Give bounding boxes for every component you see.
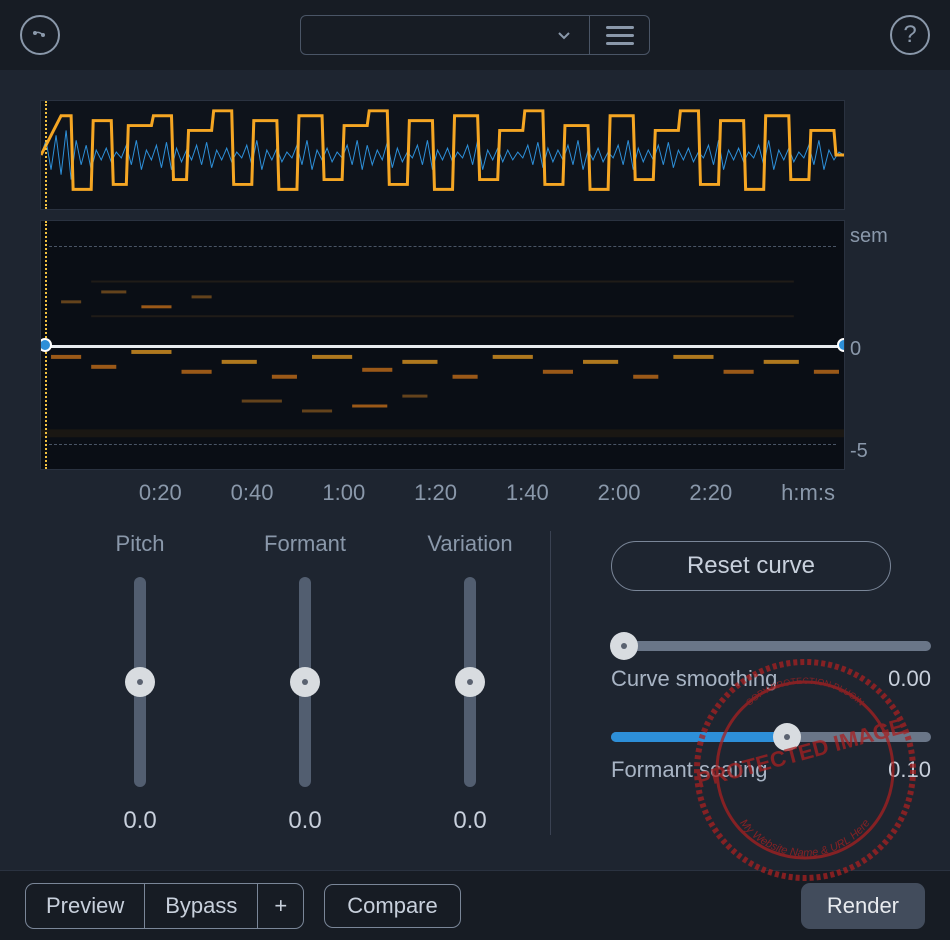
waveform-overview[interactable] [40,100,845,210]
preview-group: Preview Bypass + [25,883,304,929]
hamburger-line [606,34,634,37]
time-tick: 1:20 [414,480,457,506]
pitch-slider: Pitch 0.0 [90,531,190,835]
curve-handle-right[interactable] [837,338,845,352]
chevron-down-icon [554,25,574,45]
graph-area: sem 0 -5 0:20 0:40 1:00 1:20 1:40 2:00 2… [40,100,845,506]
variation-slider-thumb[interactable] [455,667,485,697]
curve-smoothing-label: Curve smoothing [611,666,777,692]
grid-line [49,444,836,445]
pitch-slider-thumb[interactable] [125,667,155,697]
variation-value: 0.0 [453,807,486,835]
y-axis-labels: sem 0 -5 [850,100,910,506]
compare-button[interactable]: Compare [324,884,460,928]
hamburger-line [606,26,634,29]
time-tick: 0:40 [231,480,274,506]
add-button[interactable]: + [258,884,303,928]
formant-scaling-value: 0.10 [888,757,931,783]
time-tick: 2:00 [598,480,641,506]
variation-slider-track[interactable] [464,577,476,787]
time-tick: 0:20 [139,480,182,506]
time-tick: 1:00 [322,480,365,506]
preset-dropdown[interactable] [300,15,590,55]
pitch-value: 0.0 [123,807,156,835]
curve-smoothing-slider[interactable] [611,641,931,651]
header-center [60,15,890,55]
help-glyph: ? [903,21,916,49]
main-area: sem 0 -5 0:20 0:40 1:00 1:20 1:40 2:00 2… [0,70,950,835]
slider-fill [611,732,787,742]
pitch-slider-track[interactable] [134,577,146,787]
controls-row: Pitch 0.0 Formant 0.0 Variation 0.0 [40,531,910,835]
reset-curve-button[interactable]: Reset curve [611,541,891,591]
time-tick: 1:40 [506,480,549,506]
formant-value: 0.0 [288,807,321,835]
curve-smoothing-value: 0.00 [888,666,931,692]
bottom-bar: Preview Bypass + Compare Render [0,870,950,940]
curve-smoothing-block: Curve smoothing 0.00 [611,641,931,692]
grid-line [49,246,836,247]
formant-scaling-slider[interactable] [611,732,931,742]
app-logo-icon[interactable] [20,15,60,55]
formant-slider-track[interactable] [299,577,311,787]
menu-button[interactable] [590,15,650,55]
pitch-editor[interactable] [40,220,845,470]
right-controls: Reset curve Curve smoothing 0.00 Formant [551,531,931,835]
pitch-label: Pitch [116,531,165,557]
y-unit-label: sem [850,225,888,248]
vertical-sliders-group: Pitch 0.0 Formant 0.0 Variation 0.0 [40,531,551,835]
pitch-curve-line[interactable] [41,345,844,348]
y-low-label: -5 [850,440,868,463]
render-button[interactable]: Render [801,883,925,929]
hamburger-line [606,42,634,45]
playhead-marker[interactable] [45,101,47,209]
formant-scaling-block: Formant scaling 0.10 [611,732,931,783]
help-button[interactable]: ? [890,15,930,55]
speech-bubble-icon [28,23,52,47]
time-unit: h:m:s [781,480,835,506]
formant-scaling-label: Formant scaling [611,757,768,783]
y-zero-label: 0 [850,338,861,361]
time-axis: 0:20 0:40 1:00 1:20 1:40 2:00 2:20 h:m:s [40,480,845,506]
waveform-svg [41,101,844,209]
formant-label: Formant [264,531,346,557]
top-bar: ? [0,0,950,70]
time-tick: 2:20 [689,480,732,506]
formant-slider-thumb[interactable] [290,667,320,697]
curve-smoothing-thumb[interactable] [610,632,638,660]
variation-label: Variation [427,531,512,557]
variation-slider: Variation 0.0 [420,531,520,835]
formant-scaling-thumb[interactable] [773,723,801,751]
formant-slider: Formant 0.0 [255,531,355,835]
bypass-button[interactable]: Bypass [145,884,258,928]
preview-button[interactable]: Preview [26,884,145,928]
